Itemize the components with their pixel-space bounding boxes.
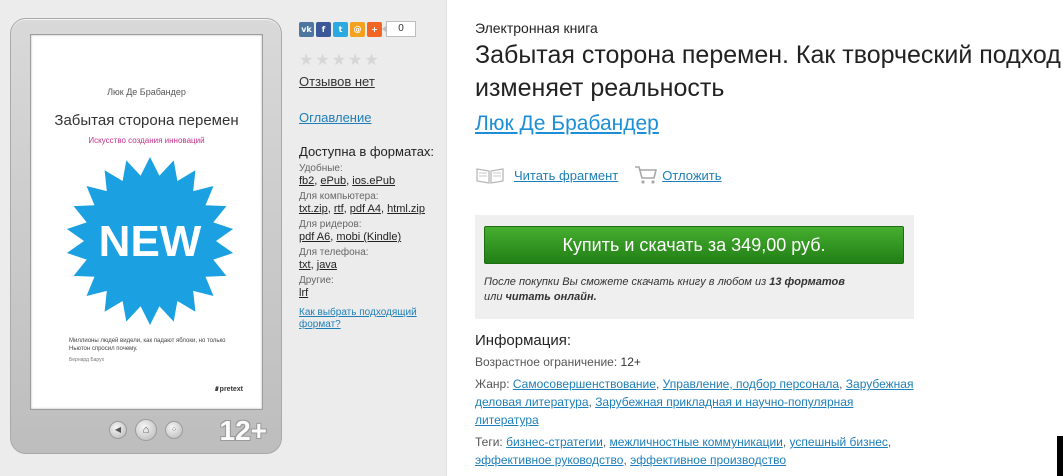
buy-box: Купить и скачать за 349,00 руб. После по… bbox=[475, 215, 914, 319]
age-rating-label: 12+ bbox=[219, 415, 268, 446]
tag-link[interactable]: бизнес-стратегии bbox=[506, 435, 603, 449]
tag-link[interactable]: успешный бизнес bbox=[790, 435, 888, 449]
format-group-items: txt.zip, rtf, pdf A4, html.zip bbox=[299, 203, 444, 215]
facebook-icon[interactable]: f bbox=[316, 21, 331, 37]
ereader-frame: Люк Де Брабандер Забытая сторона перемен… bbox=[10, 18, 282, 454]
format-groups: Удобные: fb2, ePub, ios.ePub Для компьютер… bbox=[299, 163, 444, 299]
read-fragment-link[interactable]: Читать фрагмент bbox=[514, 168, 618, 183]
mail-icon[interactable]: @ bbox=[350, 21, 365, 37]
formats-title: Доступна в форматах: bbox=[299, 144, 435, 159]
age-restriction-row: Возрастное ограничение: 12+ bbox=[475, 353, 915, 371]
genre-row: Жанр: Самосовершенствование, Управление,… bbox=[475, 377, 914, 427]
book-open-icon bbox=[475, 165, 505, 185]
genre-label: Жанр: bbox=[475, 377, 510, 391]
cover-publisher: pretext bbox=[215, 386, 243, 393]
format-link[interactable]: lrf bbox=[299, 287, 308, 299]
buy-button[interactable]: Купить и скачать за 349,00 руб. bbox=[484, 226, 904, 264]
rating-stars[interactable]: ★★★★★ bbox=[299, 50, 444, 69]
tag-link[interactable]: эффективное производство bbox=[630, 453, 786, 467]
format-link[interactable]: pdf A6 bbox=[299, 231, 330, 243]
format-group-label: Для телефона: bbox=[299, 247, 369, 258]
buy-note-text: После покупки Вы сможете скачать книгу в… bbox=[484, 276, 770, 288]
format-link[interactable]: java bbox=[317, 259, 337, 271]
buy-note-formats: 13 форматов bbox=[769, 276, 845, 288]
toc-link[interactable]: Оглавление bbox=[299, 110, 371, 125]
social-share: vk f t @ + 0 bbox=[299, 21, 444, 37]
book-title: Забытая сторона перемен. Как творческий … bbox=[475, 41, 1061, 102]
format-link[interactable]: txt bbox=[299, 259, 311, 271]
genre-link[interactable]: Управление, подбор персонала bbox=[663, 377, 839, 391]
cover-subtitle: Искусство создания инноваций bbox=[88, 136, 205, 145]
home-icon: ⌂ bbox=[135, 419, 157, 441]
format-group-items: lrf bbox=[299, 287, 444, 299]
tag-link[interactable]: эффективное руководство bbox=[475, 453, 623, 467]
cover-title: Забытая сторона перемен bbox=[54, 112, 239, 129]
format-link[interactable]: txt.zip bbox=[299, 203, 328, 215]
format-link[interactable]: rtf bbox=[334, 203, 344, 215]
cover-author: Люк Де Брабандер bbox=[107, 87, 186, 97]
format-group-items: fb2, ePub, ios.ePub bbox=[299, 175, 444, 187]
reviews-link[interactable]: Отзывов нет bbox=[299, 74, 375, 89]
book-cover[interactable]: Люк Де Брабандер Забытая сторона перемен… bbox=[30, 34, 263, 410]
postpone-link[interactable]: Отложить bbox=[662, 168, 721, 183]
prev-page-icon: ◀ bbox=[109, 421, 127, 439]
format-group-label: Для компьютера: bbox=[299, 191, 379, 202]
info-title: Информация: bbox=[475, 332, 572, 349]
format-link[interactable]: ios.ePub bbox=[352, 175, 395, 187]
cart-icon bbox=[634, 165, 662, 185]
buy-note-or: или bbox=[484, 291, 506, 303]
share-count: 0 bbox=[382, 21, 416, 37]
format-group-label: Для ридеров: bbox=[299, 219, 362, 230]
age-restriction-label: Возрастное ограничение: bbox=[475, 355, 618, 369]
format-group-items: pdf A6, mobi (Kindle) bbox=[299, 231, 444, 243]
book-main: Электронная книга Забытая сторона переме… bbox=[475, 20, 1063, 467]
tags-row: Теги: бизнес-стратегии, межличностные ко… bbox=[475, 435, 892, 467]
age-restriction-value: 12+ bbox=[620, 355, 641, 369]
plus-icon[interactable]: + bbox=[367, 21, 382, 37]
cover-blurb: Миллионы людей видели, как падают яблоки… bbox=[69, 338, 226, 352]
book-actions: Читать фрагмент Отложить bbox=[475, 164, 1063, 186]
format-group-label: Другие: bbox=[299, 275, 334, 286]
left-panel: Люк Де Брабандер Забытая сторона перемен… bbox=[0, 0, 447, 476]
twitter-icon[interactable]: t bbox=[333, 21, 348, 37]
new-badge-icon: NEW bbox=[66, 157, 234, 325]
product-kind: Электронная книга bbox=[475, 20, 598, 36]
format-link[interactable]: pdf A4 bbox=[350, 203, 381, 215]
page-edge bbox=[1057, 436, 1063, 476]
tag-link[interactable]: межличностные коммуникации bbox=[610, 435, 783, 449]
format-link[interactable]: html.zip bbox=[387, 203, 425, 215]
format-link[interactable]: mobi (Kindle) bbox=[336, 231, 401, 243]
format-group-items: txt, java bbox=[299, 259, 444, 271]
book-sidebar: vk f t @ + 0 ★★★★★ Отзывов нет Оглавлени… bbox=[299, 21, 444, 331]
badge-text: NEW bbox=[99, 217, 202, 266]
tags-label: Теги: bbox=[475, 435, 503, 449]
format-group-label: Удобные: bbox=[299, 163, 343, 174]
genre-link[interactable]: Самосовершенствование bbox=[513, 377, 656, 391]
buy-note-read-online: читать онлайн. bbox=[505, 291, 597, 303]
format-link[interactable]: fb2 bbox=[299, 175, 314, 187]
author-link[interactable]: Люк Де Брабандер bbox=[475, 112, 659, 136]
book-info: Информация: Возрастное ограничение: 12+ … bbox=[475, 332, 915, 469]
vk-icon[interactable]: vk bbox=[299, 21, 314, 37]
choose-format-link[interactable]: Как выбрать подходящий формат? bbox=[299, 307, 439, 331]
cover-blurb-author: Бернард Барух bbox=[69, 357, 105, 363]
buy-note: После покупки Вы сможете скачать книгу в… bbox=[484, 275, 904, 305]
format-link[interactable]: ePub bbox=[320, 175, 346, 187]
menu-dots-icon: ⁘ bbox=[165, 421, 183, 439]
